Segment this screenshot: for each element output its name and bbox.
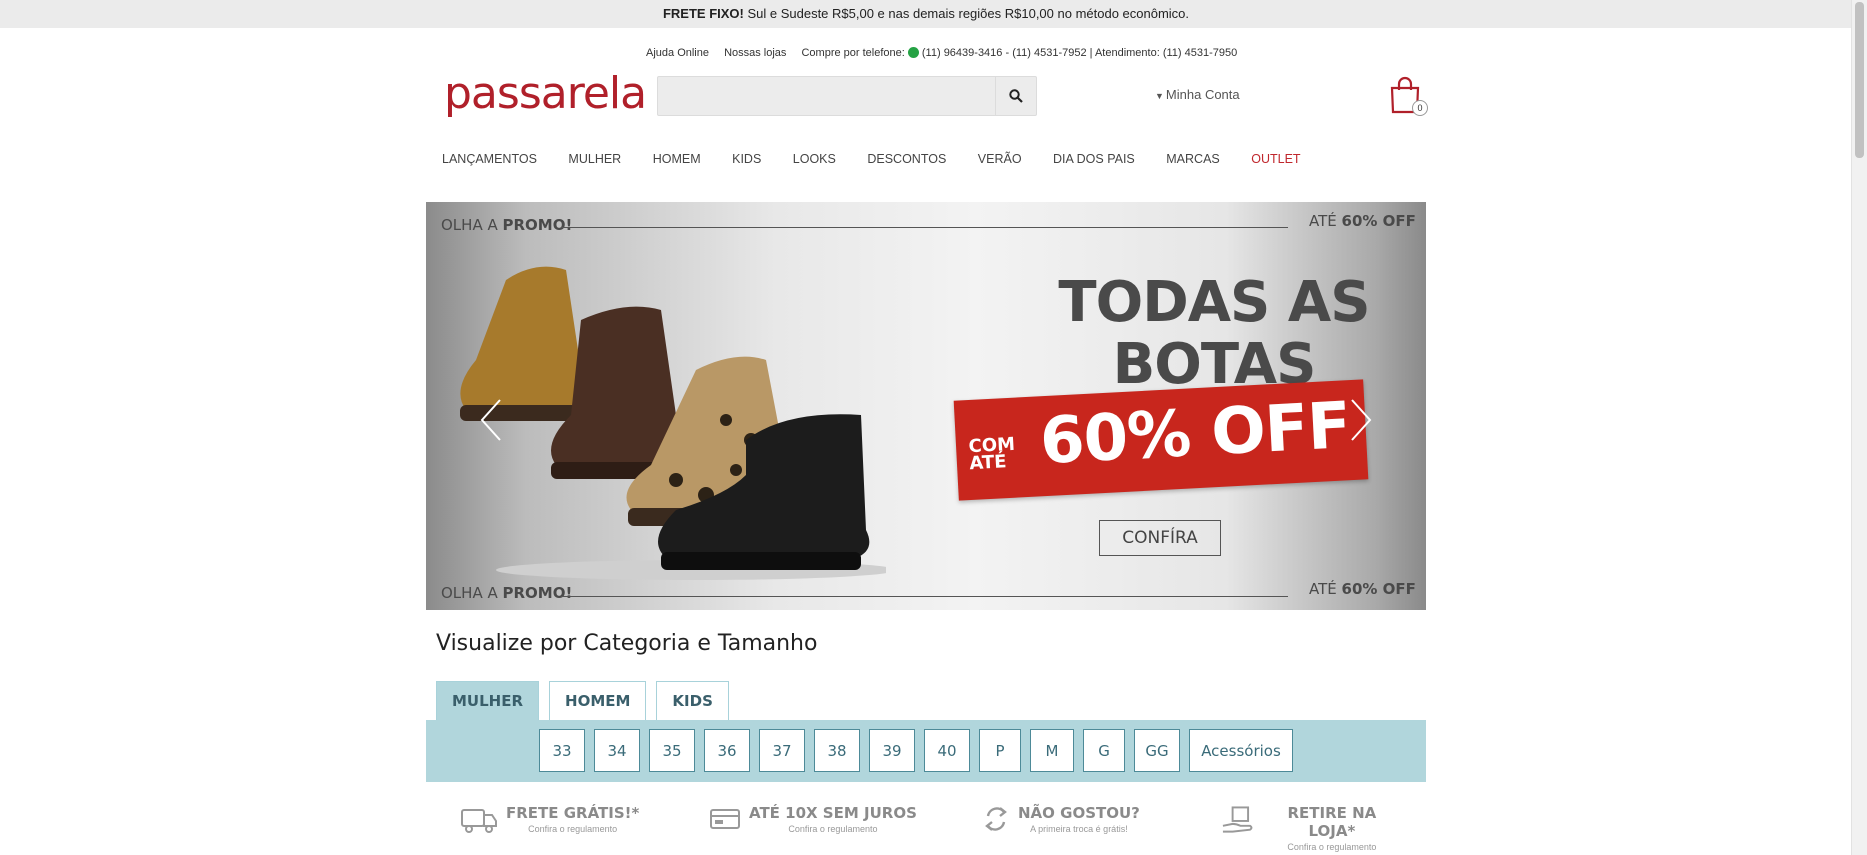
nav-outlet[interactable]: OUTLET — [1251, 152, 1300, 166]
benefit-sub: Confira o regulamento — [528, 824, 618, 834]
benefit-exchange[interactable]: NÃO GOSTOU? A primeira troca é grátis! — [982, 804, 1140, 834]
phone-numbers: (11) 96439-3416 - (11) 4531-7952 | Atend… — [921, 47, 1238, 59]
phone-label: Compre por telefone: — [801, 47, 905, 59]
tab-kids[interactable]: KIDS — [656, 681, 729, 720]
banner-tag-top-left: OLHA A PROMO! — [441, 216, 572, 234]
size-option[interactable]: 34 — [594, 729, 640, 772]
offer-prefix: COM ATÉ — [968, 434, 1016, 475]
size-filter-bar: 33 34 35 36 37 38 39 40 P M G GG Acessór… — [426, 720, 1426, 782]
benefit-title: NÃO GOSTOU? — [1018, 804, 1140, 822]
banner-rule-top — [561, 227, 1288, 228]
whatsapp-icon — [907, 47, 919, 58]
nav-homem[interactable]: HOMEM — [653, 152, 701, 166]
contact-row: Ajuda Online Nossas lojas Compre por tel… — [646, 47, 1249, 59]
banner-rule-bottom — [561, 596, 1288, 597]
account-menu[interactable]: ▼ Minha Conta — [1155, 87, 1240, 102]
banner-headline: TODAS AS BOTAS — [1024, 272, 1404, 396]
banner-tag-bottom-right: ATÉ 60% OFF — [1309, 580, 1416, 598]
search-button[interactable] — [995, 77, 1036, 115]
size-option[interactable]: GG — [1134, 729, 1180, 772]
nav-verao[interactable]: VERÃO — [978, 152, 1022, 166]
size-option[interactable]: M — [1030, 729, 1074, 772]
stores-link[interactable]: Nossas lojas — [724, 47, 786, 59]
size-option[interactable]: 35 — [649, 729, 695, 772]
size-option-accessories[interactable]: Acessórios — [1189, 729, 1293, 772]
tag-bold: 60% OFF — [1341, 580, 1416, 598]
banner-tag-top-right: ATÉ 60% OFF — [1309, 212, 1416, 230]
main-nav: LANÇAMENTOS MULHER HOMEM KIDS LOOKS DESC… — [442, 152, 1329, 166]
banner-cta-button[interactable]: CONFÍRA — [1099, 520, 1221, 556]
hero-banner[interactable]: OLHA A PROMO! ATÉ 60% OFF OLHA A PROMO! … — [426, 202, 1426, 610]
nav-dia-dos-pais[interactable]: DIA DOS PAIS — [1053, 152, 1135, 166]
category-tabs: MULHER HOMEM KIDS — [436, 681, 729, 720]
announcement-bold: FRETE FIXO! — [662, 6, 744, 21]
benefit-sub: A primeira troca é grátis! — [1030, 824, 1128, 834]
scrollbar-thumb[interactable] — [1855, 2, 1864, 158]
benefit-store-pickup[interactable]: RETIRE NA LOJA* Confira o regulamento — [1221, 804, 1400, 852]
store-pickup-icon — [1222, 806, 1253, 833]
tag-plain: ATÉ — [1309, 580, 1342, 598]
logo[interactable]: passarela — [444, 68, 647, 119]
tag-bold: PROMO! — [502, 216, 573, 234]
benefit-title: FRETE GRÁTIS!* — [506, 804, 640, 822]
account-label: Minha Conta — [1165, 87, 1240, 102]
chevron-right-icon[interactable] — [1348, 398, 1374, 442]
size-option[interactable]: 38 — [814, 729, 860, 772]
nav-looks[interactable]: LOOKS — [793, 152, 836, 166]
tag-plain: OLHA A — [441, 216, 503, 234]
benefit-free-shipping[interactable]: FRETE GRÁTIS!* Confira o regulamento — [460, 804, 639, 834]
tab-homem[interactable]: HOMEM — [549, 681, 647, 720]
tag-bold: 60% OFF — [1341, 212, 1416, 230]
card-icon — [710, 809, 740, 829]
announcement-bar: FRETE FIXO! Sul e Sudeste R$5,00 e nas d… — [0, 0, 1852, 28]
nav-kids[interactable]: KIDS — [732, 152, 761, 166]
size-option[interactable]: 40 — [924, 729, 970, 772]
truck-icon — [461, 809, 497, 833]
chevron-left-icon[interactable] — [478, 398, 504, 442]
cart-button[interactable]: 0 — [1389, 76, 1429, 116]
size-option[interactable]: G — [1083, 729, 1125, 772]
benefit-title: ATÉ 10X SEM JUROS — [749, 804, 917, 822]
nav-marcas[interactable]: MARCAS — [1166, 152, 1219, 166]
search-box — [657, 76, 1037, 116]
headline-line-1: TODAS AS — [1058, 270, 1370, 335]
tag-bold: PROMO! — [502, 584, 573, 602]
announcement-text: Sul e Sudeste R$5,00 e nas demais regiõe… — [743, 6, 1190, 21]
tag-plain: ATÉ — [1309, 212, 1342, 230]
size-option[interactable]: 36 — [704, 729, 750, 772]
nav-descontos[interactable]: DESCONTOS — [867, 152, 946, 166]
nav-mulher[interactable]: MULHER — [568, 152, 621, 166]
offer-ate: ATÉ — [968, 451, 1008, 475]
benefit-title: RETIRE NA LOJA* — [1287, 804, 1377, 840]
page-scrollbar[interactable] — [1851, 0, 1867, 855]
tag-plain: OLHA A — [441, 584, 503, 602]
caret-down-icon: ▼ — [1155, 91, 1164, 101]
exchange-icon — [985, 807, 1007, 831]
benefit-sub: Confira o regulamento — [1287, 842, 1377, 852]
tab-mulher[interactable]: MULHER — [436, 681, 540, 720]
search-input[interactable] — [658, 77, 994, 115]
cart-count: 0 — [1412, 100, 1428, 116]
banner-tag-bottom-left: OLHA A PROMO! — [441, 584, 572, 602]
benefits-row: FRETE GRÁTIS!* Confira o regulamento ATÉ … — [460, 804, 1400, 852]
size-list: 33 34 35 36 37 38 39 40 P M G GG Acessór… — [539, 729, 1293, 772]
category-section-title: Visualize por Categoria e Tamanho — [436, 631, 818, 656]
search-icon — [1009, 89, 1023, 103]
size-option[interactable]: 37 — [759, 729, 805, 772]
help-link[interactable]: Ajuda Online — [646, 47, 709, 59]
benefit-sub: Confira o regulamento — [788, 824, 878, 834]
size-option[interactable]: 33 — [539, 729, 585, 772]
benefit-installments[interactable]: ATÉ 10X SEM JUROS Confira o regulamento — [709, 804, 917, 834]
size-option[interactable]: 39 — [869, 729, 915, 772]
size-option[interactable]: P — [979, 729, 1021, 772]
boots-image — [460, 266, 886, 580]
nav-lancamentos[interactable]: LANÇAMENTOS — [442, 152, 537, 166]
